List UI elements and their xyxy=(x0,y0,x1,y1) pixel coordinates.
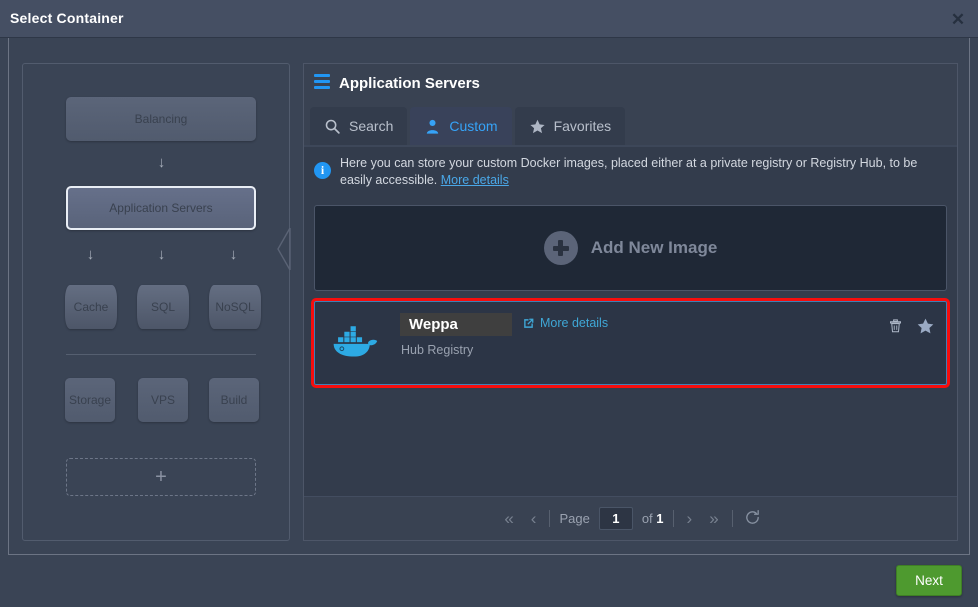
topology-node-nosql[interactable]: NoSQL xyxy=(209,285,261,329)
dialog-title: Select Container xyxy=(10,10,124,26)
topology-node-label: Cache xyxy=(73,300,109,314)
topology-panel: Balancing ↓ Application Servers ↓ ↓ ↓ Ca… xyxy=(22,63,290,541)
user-icon xyxy=(427,119,439,134)
refresh-icon[interactable] xyxy=(744,509,761,529)
pager-separator xyxy=(731,510,733,527)
topology-node-label: Storage xyxy=(68,393,112,407)
info-banner-message: Here you can store your custom Docker im… xyxy=(340,156,918,187)
image-more-details-link[interactable]: More details xyxy=(522,316,608,330)
panel-title: Application Servers xyxy=(339,74,480,92)
tab-favorites[interactable]: Favorites xyxy=(514,107,626,145)
info-banner: i Here you can store your custom Docker … xyxy=(304,147,957,195)
more-details-link[interactable]: More details xyxy=(441,173,509,187)
last-page-button[interactable]: » xyxy=(705,509,722,529)
star-icon[interactable] xyxy=(916,317,935,340)
arrow-down-icon: ↓ xyxy=(229,246,238,263)
topology-selection-pointer xyxy=(277,228,291,270)
add-topology-node-button[interactable]: + xyxy=(66,458,256,496)
next-button[interactable]: Next xyxy=(896,565,962,596)
plus-circle-icon xyxy=(543,231,578,265)
image-name: Weppa xyxy=(409,316,458,333)
image-name-field[interactable]: Weppa xyxy=(400,313,512,336)
topology-node-application-servers[interactable]: Application Servers xyxy=(66,186,256,230)
topology-node-label: SQL xyxy=(150,300,175,314)
total-pages-value: 1 xyxy=(656,511,664,526)
page-label: Page xyxy=(559,511,590,526)
pagination-bar: « ‹ Page 1 of 1 › » xyxy=(304,496,957,540)
info-icon: i xyxy=(314,162,331,179)
add-new-image-button[interactable]: Add New Image xyxy=(314,205,947,291)
pager-separator xyxy=(672,510,674,527)
docker-whale-icon xyxy=(333,326,378,357)
search-icon xyxy=(325,119,340,134)
topology-node-cache[interactable]: Cache xyxy=(65,285,117,329)
image-registry-label: Hub Registry xyxy=(401,343,474,357)
of-label: of xyxy=(641,511,653,526)
topology-node-build[interactable]: Build xyxy=(209,378,259,422)
topology-node-sql[interactable]: SQL xyxy=(137,285,189,329)
info-banner-text: Here you can store your custom Docker im… xyxy=(340,155,945,189)
topology-node-label: Build xyxy=(220,393,248,407)
tab-search[interactable]: Search xyxy=(310,107,408,145)
tab-bar: Search Custom Favorites xyxy=(310,107,626,145)
external-link-icon xyxy=(524,318,534,328)
trash-icon[interactable] xyxy=(888,317,903,340)
arrow-down-icon: ↓ xyxy=(86,246,95,263)
panel-header: Application Servers xyxy=(304,64,957,102)
tab-label: Custom xyxy=(449,118,498,134)
pager-separator xyxy=(549,510,551,527)
arrow-down-icon: ↓ xyxy=(157,246,166,263)
page-number-input[interactable]: 1 xyxy=(598,507,633,530)
topology-node-label: NoSQL xyxy=(215,300,255,314)
prev-page-button[interactable]: ‹ xyxy=(527,509,541,529)
topology-node-balancing[interactable]: Balancing xyxy=(66,97,256,141)
tab-custom[interactable]: Custom xyxy=(410,107,512,145)
image-row-actions xyxy=(888,317,935,340)
image-more-details-label: More details xyxy=(540,316,609,330)
add-new-image-label: Add New Image xyxy=(590,238,718,257)
tab-label: Favorites xyxy=(553,118,612,134)
next-page-button[interactable]: › xyxy=(683,509,697,529)
plus-icon: + xyxy=(155,465,167,488)
topology-node-vps[interactable]: VPS xyxy=(138,378,188,422)
image-list-item[interactable]: Weppa More details Hub Registry xyxy=(311,298,950,388)
arrow-down-icon: ↓ xyxy=(157,154,166,171)
first-page-button[interactable]: « xyxy=(500,509,517,529)
topology-node-storage[interactable]: Storage xyxy=(65,378,115,422)
content-panel: Application Servers Search Custom Favori… xyxy=(303,63,958,541)
hamburger-icon[interactable] xyxy=(314,74,330,92)
total-pages-label: of 1 xyxy=(642,511,664,526)
dialog-titlebar: Select Container ✕ xyxy=(0,0,978,38)
topology-node-label: Balancing xyxy=(134,112,188,126)
topology-node-label: Application Servers xyxy=(109,201,213,215)
tab-label: Search xyxy=(349,118,394,134)
images-content: Add New Image Weppa More details Hub Reg… xyxy=(304,195,957,496)
dialog-body: Balancing ↓ Application Servers ↓ ↓ ↓ Ca… xyxy=(8,38,970,555)
close-icon[interactable]: ✕ xyxy=(946,7,970,31)
star-icon xyxy=(530,119,545,133)
dialog-footer: Next xyxy=(0,555,978,607)
topology-node-label: VPS xyxy=(150,393,175,407)
topology-divider xyxy=(66,354,256,355)
